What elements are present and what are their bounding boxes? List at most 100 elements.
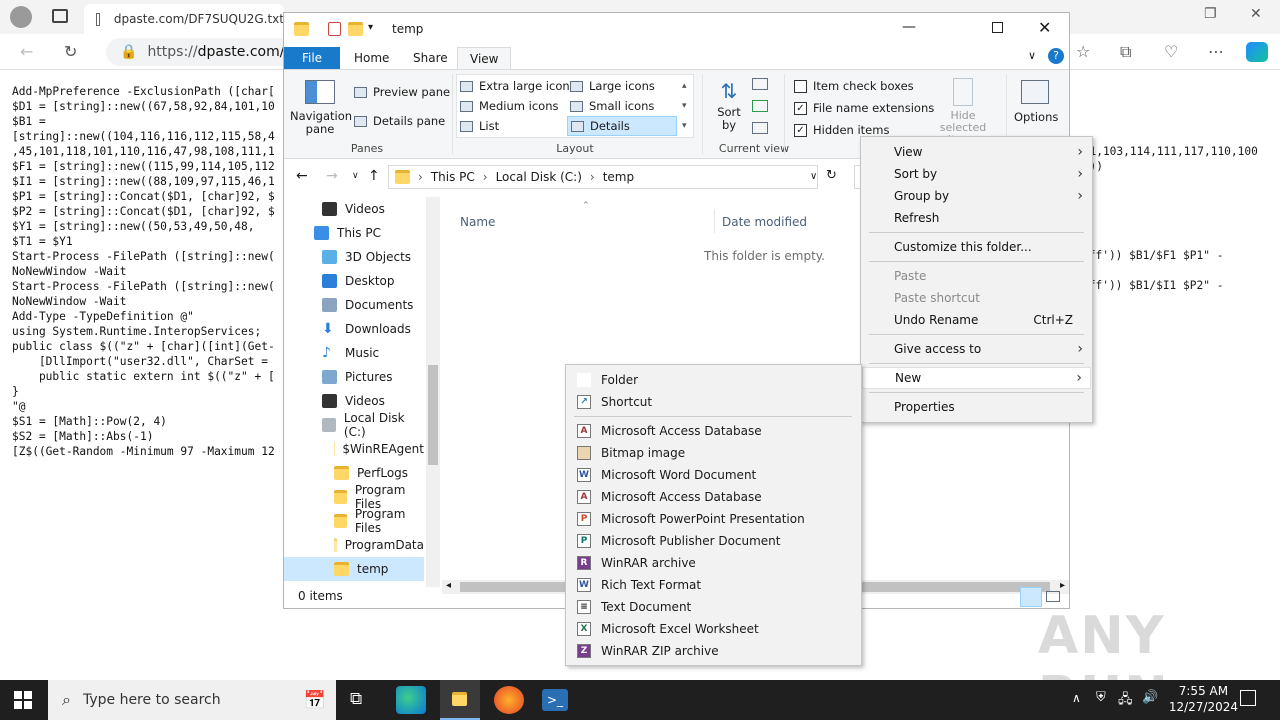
nav-local-disk[interactable]: Local Disk (C:) xyxy=(284,413,424,437)
nav-downloads[interactable]: ⬇Downloads xyxy=(284,317,424,341)
explorer-address-bar[interactable]: › This PC › Local Disk (C:) › temp xyxy=(388,165,818,189)
explorer-taskbar-button[interactable] xyxy=(440,680,480,720)
layout-extra-large-icons[interactable]: Extra large icons xyxy=(460,76,576,96)
new-powerpoint[interactable]: PMicrosoft PowerPoint Presentation xyxy=(567,508,860,530)
back-icon[interactable]: ← xyxy=(20,42,33,61)
tab-view[interactable]: View xyxy=(457,47,511,69)
new-publisher[interactable]: PMicrosoft Publisher Document xyxy=(567,530,860,552)
new-bitmap-image[interactable]: Bitmap image xyxy=(567,442,860,464)
nav-desktop[interactable]: Desktop xyxy=(284,269,424,293)
details-view-icon[interactable] xyxy=(1020,587,1042,607)
expand-ribbon-icon[interactable]: ∨ xyxy=(1028,49,1036,62)
group-by-icon[interactable] xyxy=(752,78,768,90)
nav-videos-top[interactable]: Videos xyxy=(284,197,424,221)
edge-taskbar-icon[interactable] xyxy=(396,686,426,714)
tab-file[interactable]: File xyxy=(284,47,340,69)
nav-perflogs[interactable]: PerfLogs xyxy=(284,461,424,485)
up-arrow-icon[interactable]: ↑ xyxy=(368,168,380,184)
menu-item-give-access[interactable]: Give access to› xyxy=(862,338,1091,360)
back-arrow-icon[interactable]: ← xyxy=(296,168,308,184)
add-columns-icon[interactable] xyxy=(752,100,768,112)
new-winrar-zip[interactable]: ZWinRAR ZIP archive xyxy=(567,640,860,662)
close-browser-icon[interactable]: ✕ xyxy=(1250,6,1262,22)
menu-item-new[interactable]: New› xyxy=(862,367,1091,389)
new-folder[interactable]: Folder xyxy=(567,369,860,391)
favorite-icon[interactable]: ☆ xyxy=(1076,42,1090,61)
options-button[interactable]: Options xyxy=(1014,78,1056,124)
nav-music[interactable]: ♪Music xyxy=(284,341,424,365)
layout-list[interactable]: List xyxy=(460,116,499,136)
more-icon[interactable]: ⋯ xyxy=(1208,42,1224,61)
sort-by-button[interactable]: ⇅ Sort by xyxy=(712,76,746,132)
recent-locations-icon[interactable]: ∨ xyxy=(352,171,359,181)
properties-icon[interactable] xyxy=(328,22,341,36)
refresh-icon[interactable]: ↻ xyxy=(64,42,77,61)
layout-details[interactable]: Details xyxy=(567,116,677,136)
tab-share[interactable]: Share xyxy=(401,47,460,69)
powershell-taskbar-icon[interactable]: >_ xyxy=(542,689,568,711)
nav-programdata[interactable]: ProgramData xyxy=(284,533,424,557)
menu-item-customize-folder[interactable]: Customize this folder... xyxy=(862,236,1091,258)
menu-item-undo-rename[interactable]: Undo RenameCtrl+Z xyxy=(862,309,1091,331)
nav-program-files-x86[interactable]: Program Files xyxy=(284,509,424,533)
navigation-pane-button[interactable]: Navigation pane xyxy=(290,74,350,136)
layout-large-icons[interactable]: Large icons xyxy=(570,76,655,96)
nav-videos[interactable]: Videos xyxy=(284,389,424,413)
close-icon[interactable]: ✕ xyxy=(1038,18,1051,37)
new-shortcut[interactable]: ↗Shortcut xyxy=(567,391,860,413)
breadcrumb-this-pc[interactable]: This PC xyxy=(431,170,475,184)
gallery-scroll-icon[interactable]: ▴▾▾ xyxy=(682,76,687,136)
browser-tab[interactable]: dpaste.com/DF7SUQU2G.txt xyxy=(84,4,284,34)
network-icon[interactable]: 🖧 xyxy=(1118,690,1133,712)
breadcrumb-temp[interactable]: temp xyxy=(603,170,634,184)
layout-medium-icons[interactable]: Medium icons xyxy=(460,96,558,116)
browser-essentials-icon[interactable]: ♡ xyxy=(1164,42,1178,61)
menu-item-refresh[interactable]: Refresh xyxy=(862,207,1091,229)
copilot-icon[interactable] xyxy=(1246,42,1268,62)
clock[interactable]: 7:55 AM 12/27/2024 xyxy=(1169,683,1238,715)
restore-icon[interactable]: ❐ xyxy=(1204,6,1217,22)
quick-access-dropdown-icon[interactable]: ▾ xyxy=(368,22,373,33)
details-pane-button[interactable]: Details pane xyxy=(354,111,445,131)
nav-temp[interactable]: temp xyxy=(284,557,424,581)
preview-pane-button[interactable]: Preview pane xyxy=(354,82,450,102)
new-excel-worksheet[interactable]: XMicrosoft Excel Worksheet xyxy=(567,618,860,640)
collections-icon[interactable]: ⧉ xyxy=(1120,42,1131,62)
nav-this-pc[interactable]: This PC xyxy=(284,221,424,245)
column-name[interactable]: Name xyxy=(460,215,495,229)
nav-winreagent[interactable]: $WinREAgent xyxy=(284,437,424,461)
breadcrumb-local-disk[interactable]: Local Disk (C:) xyxy=(496,170,582,184)
nav-scrollbar-thumb[interactable] xyxy=(428,365,438,465)
layout-small-icons[interactable]: Small icons xyxy=(570,96,654,116)
volume-icon[interactable]: 🔊 xyxy=(1142,690,1158,705)
new-text-document[interactable]: ≡Text Document xyxy=(567,596,860,618)
new-word-document[interactable]: WMicrosoft Word Document xyxy=(567,464,860,486)
nav-scrollbar[interactable] xyxy=(426,197,440,587)
large-icons-view-icon[interactable] xyxy=(1046,591,1060,602)
task-view-icon[interactable]: ⧉ xyxy=(350,689,362,709)
forward-arrow-icon[interactable]: → xyxy=(326,168,338,184)
size-columns-icon[interactable] xyxy=(752,122,768,134)
column-date-modified[interactable]: Date modified xyxy=(722,215,807,229)
address-bar[interactable]: 🔒 https://dpaste.com/DF xyxy=(106,38,296,66)
item-check-boxes-toggle[interactable]: Item check boxes xyxy=(794,76,914,96)
new-folder-icon[interactable] xyxy=(348,22,363,36)
menu-item-group-by[interactable]: Group by› xyxy=(862,185,1091,207)
help-icon[interactable]: ? xyxy=(1048,48,1064,64)
nav-program-files[interactable]: Program Files xyxy=(284,485,424,509)
nav-3d-objects[interactable]: 3D Objects xyxy=(284,245,424,269)
maximize-icon[interactable] xyxy=(992,22,1003,33)
nav-pictures[interactable]: Pictures xyxy=(284,365,424,389)
new-winrar-archive[interactable]: RWinRAR archive xyxy=(567,552,860,574)
new-access-database[interactable]: AMicrosoft Access Database xyxy=(567,420,860,442)
nav-documents[interactable]: Documents xyxy=(284,293,424,317)
address-dropdown-icon[interactable]: ∨ xyxy=(810,171,817,182)
new-rich-text[interactable]: WRich Text Format xyxy=(567,574,860,596)
profile-avatar[interactable] xyxy=(10,6,32,28)
menu-item-view[interactable]: View› xyxy=(862,141,1091,163)
firefox-taskbar-icon[interactable] xyxy=(494,686,524,714)
minimize-icon[interactable]: — xyxy=(902,19,916,35)
tab-actions-icon[interactable] xyxy=(52,9,68,23)
show-hidden-icons[interactable]: ∧ xyxy=(1072,691,1081,705)
taskbar-search[interactable]: ⌕ Type here to search 📅 xyxy=(48,680,336,720)
